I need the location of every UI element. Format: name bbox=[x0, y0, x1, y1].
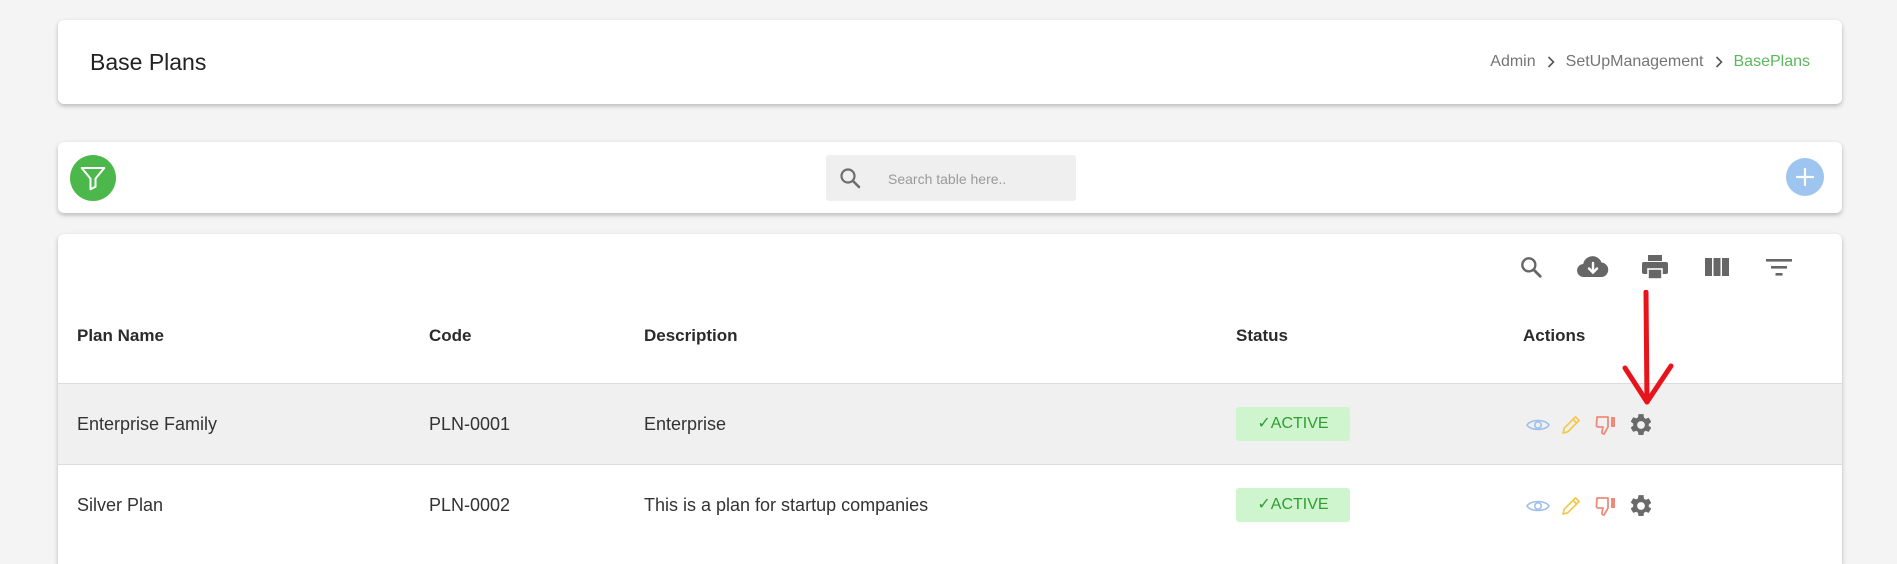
column-header-actions: Actions bbox=[1523, 326, 1586, 345]
gear-icon bbox=[1630, 495, 1652, 516]
cell-description: This is a plan for startup companies bbox=[644, 495, 929, 515]
filter-list-icon bbox=[1766, 259, 1792, 276]
cell-plan-name: Silver Plan bbox=[77, 495, 164, 515]
chevron-right-icon bbox=[1547, 56, 1555, 68]
download-button[interactable] bbox=[1576, 250, 1610, 284]
gear-icon bbox=[1630, 414, 1652, 435]
view-columns-button[interactable] bbox=[1700, 250, 1734, 284]
add-plan-button[interactable] bbox=[1786, 158, 1824, 196]
table-toolbar bbox=[58, 142, 1842, 213]
cell-plan-name: Enterprise Family bbox=[77, 414, 218, 434]
cloud-download-icon bbox=[1577, 256, 1609, 278]
table-search-button[interactable] bbox=[1514, 250, 1548, 284]
pencil-icon bbox=[1562, 497, 1580, 515]
eye-icon bbox=[1526, 500, 1550, 512]
pencil-icon bbox=[1562, 416, 1580, 434]
page-header: Base Plans Admin SetUpManagement BasePla… bbox=[58, 20, 1842, 104]
view-button[interactable] bbox=[1525, 493, 1551, 519]
breadcrumb-baseplans: BasePlans bbox=[1733, 53, 1811, 70]
status-badge: ✓ACTIVE bbox=[1236, 488, 1350, 522]
cell-code: PLN-0002 bbox=[429, 495, 511, 515]
search-icon bbox=[838, 166, 862, 195]
column-header-plan-name[interactable]: Plan Name bbox=[77, 326, 164, 346]
print-button[interactable] bbox=[1638, 250, 1672, 284]
filter-button[interactable] bbox=[70, 155, 116, 201]
chevron-right-icon bbox=[1715, 56, 1723, 68]
breadcrumb-admin[interactable]: Admin bbox=[1490, 20, 1535, 104]
column-header-description[interactable]: Description bbox=[644, 326, 738, 346]
plus-icon bbox=[1795, 167, 1815, 187]
breadcrumb-setupmanagement[interactable]: SetUpManagement bbox=[1566, 20, 1704, 104]
edit-button[interactable] bbox=[1558, 412, 1584, 438]
column-header-code[interactable]: Code bbox=[429, 326, 472, 346]
cell-code: PLN-0001 bbox=[429, 414, 511, 434]
thumbs-down-icon bbox=[1595, 416, 1615, 435]
table-row: Enterprise Family PLN-0001 Enterprise ✓A… bbox=[58, 383, 1842, 464]
edit-button[interactable] bbox=[1558, 493, 1584, 519]
settings-button[interactable] bbox=[1628, 412, 1654, 438]
search-box bbox=[826, 155, 1076, 203]
search-input[interactable] bbox=[886, 155, 1070, 203]
view-columns-icon bbox=[1705, 258, 1729, 276]
settings-button[interactable] bbox=[1628, 493, 1654, 519]
deactivate-button[interactable] bbox=[1593, 493, 1619, 519]
filter-table-button[interactable] bbox=[1762, 250, 1796, 284]
breadcrumb: Admin SetUpManagement BasePlans bbox=[1490, 20, 1810, 104]
print-icon bbox=[1642, 255, 1668, 280]
deactivate-button[interactable] bbox=[1593, 412, 1619, 438]
status-badge: ✓ACTIVE bbox=[1236, 407, 1350, 441]
plans-table: Plan Name Code Description Status Action… bbox=[58, 234, 1842, 564]
eye-icon bbox=[1526, 419, 1550, 431]
annotation-arrow-icon bbox=[1622, 290, 1674, 405]
view-button[interactable] bbox=[1525, 412, 1551, 438]
cell-description: Enterprise bbox=[644, 414, 727, 434]
table-row: Silver Plan PLN-0002 This is a plan for … bbox=[58, 464, 1842, 545]
thumbs-down-icon bbox=[1595, 497, 1615, 516]
page-title: Base Plans bbox=[90, 49, 207, 75]
filter-icon bbox=[80, 167, 106, 191]
search-icon bbox=[1521, 257, 1542, 278]
column-header-status[interactable]: Status bbox=[1236, 326, 1288, 346]
